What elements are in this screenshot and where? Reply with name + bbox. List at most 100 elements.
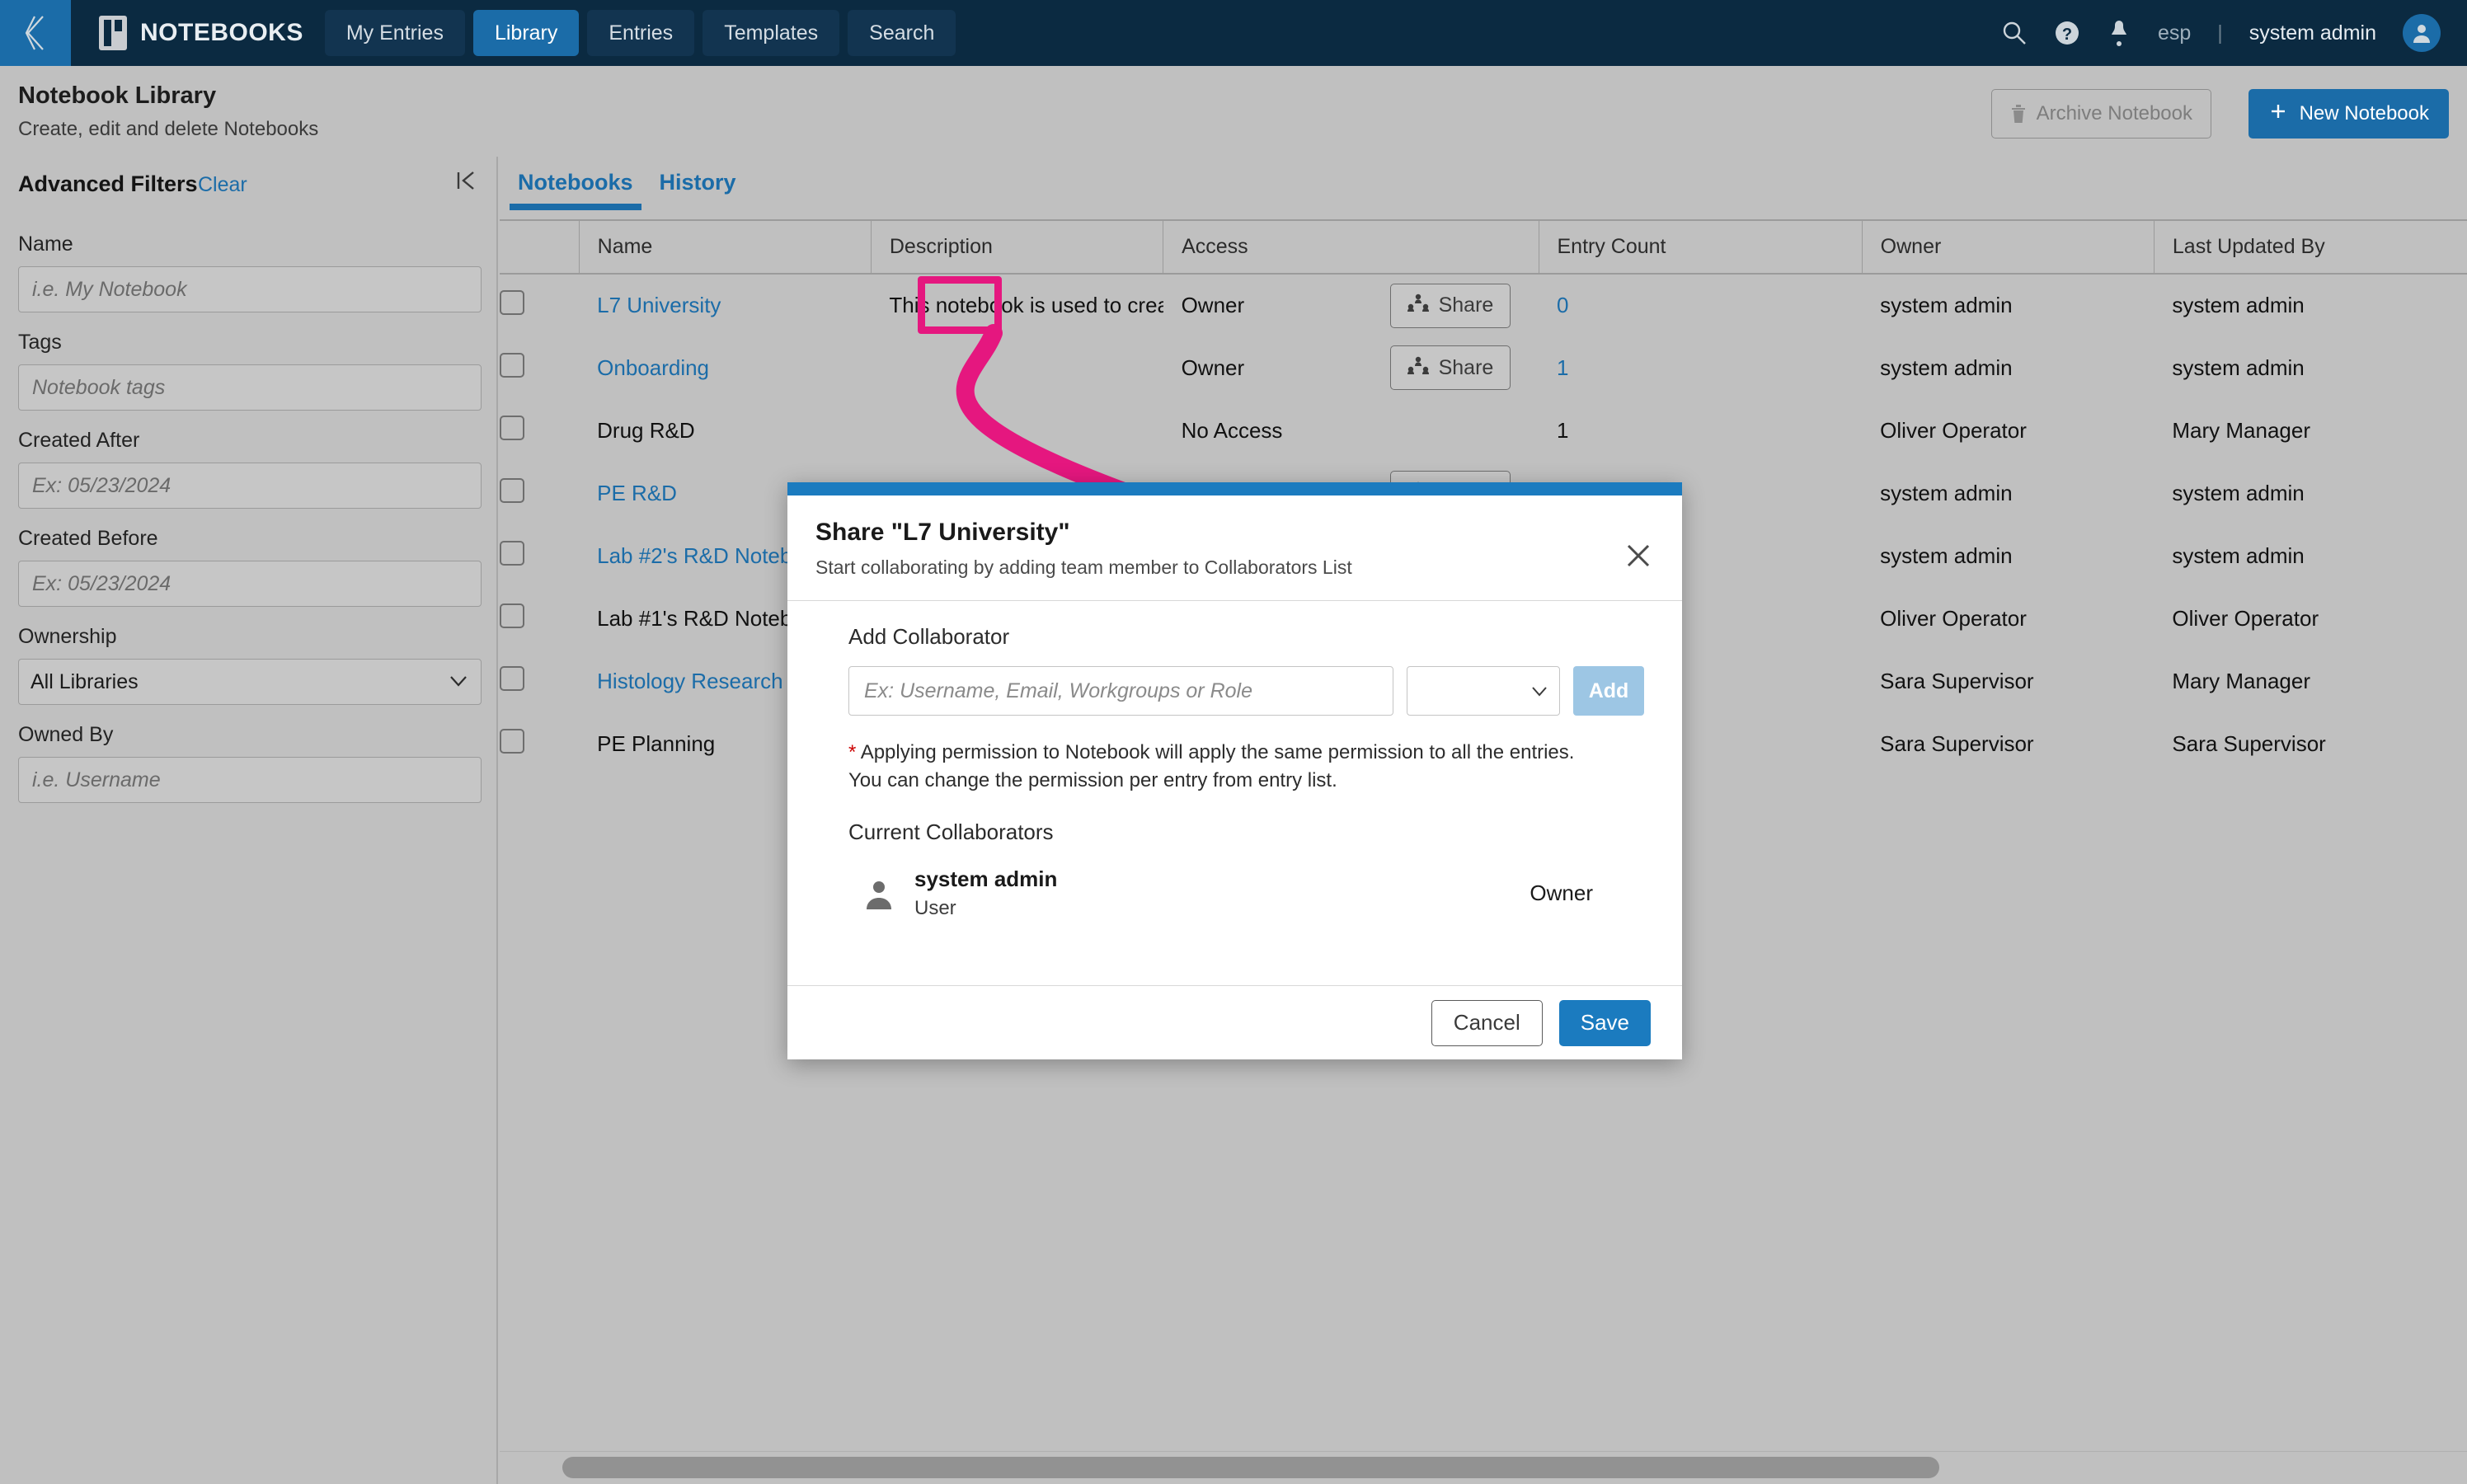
- tags-filter-input[interactable]: [18, 364, 482, 411]
- column-header-last-updated-by[interactable]: Last Updated By: [2153, 221, 2467, 275]
- permission-select-wrapper: [1407, 666, 1560, 716]
- column-header-owner[interactable]: Owner: [1861, 221, 2155, 275]
- share-button-label: Share: [1438, 355, 1494, 379]
- filter-field-name: Name: [0, 232, 496, 312]
- collaborator-row: system admin User Owner: [848, 866, 1644, 920]
- notebook-name[interactable]: PE R&D: [597, 481, 677, 505]
- share-button[interactable]: Share: [1389, 345, 1511, 390]
- save-button[interactable]: Save: [1558, 999, 1651, 1046]
- tab-history[interactable]: History: [651, 157, 745, 195]
- row-checkbox-cell: [500, 336, 579, 399]
- row-checkbox[interactable]: [500, 540, 524, 566]
- language-indicator[interactable]: esp: [2158, 21, 2191, 45]
- filter-field-created-after: Created After: [0, 429, 496, 509]
- row-checkbox[interactable]: [500, 352, 524, 378]
- cell-access: Owner: [1181, 355, 1245, 380]
- row-checkbox[interactable]: [500, 415, 524, 440]
- cell-name: Drug R&D: [579, 399, 871, 462]
- share-people-icon: [1407, 294, 1429, 317]
- nav-tab-library[interactable]: Library: [472, 10, 580, 56]
- primary-nav-tabs: My Entries Library Entries Templates Sea…: [324, 10, 956, 56]
- row-checkbox[interactable]: [500, 728, 524, 754]
- row-checkbox-cell: [500, 399, 579, 462]
- cell-entry-count[interactable]: 1: [1539, 336, 1862, 399]
- brand-title: NOTEBOOKS: [140, 19, 303, 46]
- notebook-icon: [99, 16, 127, 50]
- notebook-name[interactable]: L7 University: [597, 293, 721, 317]
- row-checkbox-cell: [500, 462, 579, 524]
- filter-field-created-before: Created Before: [0, 527, 496, 607]
- row-checkbox[interactable]: [500, 290, 524, 315]
- horizontal-scrollbar-thumb[interactable]: [562, 1457, 1939, 1478]
- user-name-label: system admin: [2248, 21, 2376, 45]
- nav-tab-search[interactable]: Search: [848, 10, 956, 56]
- share-button[interactable]: Share: [1389, 283, 1511, 328]
- page-subtitle: Create, edit and delete Notebooks: [18, 118, 319, 140]
- entry-count-value[interactable]: 0: [1557, 293, 1568, 317]
- close-icon[interactable]: [1624, 542, 1652, 574]
- filter-label-ownership: Ownership: [18, 625, 117, 648]
- back-button[interactable]: [0, 0, 71, 66]
- new-notebook-button[interactable]: New Notebook: [2248, 89, 2449, 139]
- notebook-name: PE Planning: [597, 730, 716, 756]
- advanced-filters-sidebar: Advanced Filters Clear Name Tags Created…: [0, 157, 498, 1484]
- created-after-input[interactable]: [18, 463, 482, 509]
- tabs-underline: [500, 219, 2467, 221]
- column-header-description[interactable]: Description: [870, 221, 1163, 275]
- name-filter-input[interactable]: [18, 266, 482, 312]
- cell-owner: Oliver Operator: [1880, 417, 2027, 443]
- archive-notebook-button[interactable]: Archive Notebook: [1990, 89, 2211, 139]
- user-icon: [862, 876, 896, 911]
- nav-tab-templates[interactable]: Templates: [703, 10, 840, 56]
- cell-name[interactable]: L7 University: [579, 274, 871, 336]
- cell-entry-count[interactable]: 0: [1539, 274, 1862, 336]
- permission-select[interactable]: [1407, 666, 1560, 716]
- filter-label-name: Name: [18, 232, 73, 256]
- cell-last-updated-by: system admin: [2172, 355, 2305, 380]
- clear-filters-link[interactable]: Clear: [198, 173, 247, 197]
- column-header-name[interactable]: Name: [578, 221, 872, 275]
- cell-share: Share: [1372, 274, 1539, 336]
- tab-notebooks[interactable]: Notebooks: [510, 157, 641, 210]
- cell-last-updated-by: system admin: [2172, 542, 2305, 568]
- column-header-access[interactable]: Access: [1163, 221, 1372, 275]
- created-before-input[interactable]: [18, 561, 482, 607]
- new-notebook-label: New Notebook: [2299, 102, 2429, 124]
- top-navigation-bar: NOTEBOOKS My Entries Library Entries Tem…: [0, 0, 2467, 66]
- user-avatar-icon[interactable]: [2403, 14, 2441, 52]
- cell-description: This notebook is used to crea: [889, 293, 1163, 317]
- help-circle-icon[interactable]: ?: [2054, 20, 2080, 46]
- owned-by-input[interactable]: [18, 757, 482, 803]
- app-root: NOTEBOOKS My Entries Library Entries Tem…: [0, 0, 2467, 1484]
- notebook-name[interactable]: Histology Research: [597, 669, 782, 693]
- cell-name[interactable]: Onboarding: [579, 336, 871, 399]
- search-icon[interactable]: [2001, 20, 2028, 46]
- nav-tab-entries[interactable]: Entries: [587, 10, 695, 56]
- cell-owner: Sara Supervisor: [1880, 730, 2034, 756]
- modal-accent-bar: [787, 482, 1682, 495]
- cell-access: Owner: [1181, 293, 1245, 317]
- share-modal: Share "L7 University" Start collaboratin…: [787, 482, 1682, 1059]
- row-checkbox[interactable]: [500, 603, 524, 628]
- add-collaborator-button[interactable]: Add: [1573, 666, 1644, 716]
- ownership-select[interactable]: All Libraries: [18, 659, 482, 705]
- horizontal-scrollbar-track[interactable]: [500, 1451, 2467, 1484]
- row-checkbox[interactable]: [500, 665, 524, 691]
- cell-entry-count: 1: [1539, 399, 1862, 462]
- nav-tab-my-entries[interactable]: My Entries: [324, 10, 465, 56]
- row-checkbox[interactable]: [500, 477, 524, 503]
- filter-field-ownership: Ownership All Libraries: [0, 625, 496, 705]
- collapse-panel-icon[interactable]: [453, 168, 478, 197]
- notebook-name[interactable]: Onboarding: [597, 355, 709, 380]
- entry-count-value[interactable]: 1: [1557, 355, 1568, 380]
- cancel-button[interactable]: Cancel: [1431, 999, 1543, 1046]
- filter-field-tags: Tags: [0, 331, 496, 411]
- ownership-select-wrapper: All Libraries: [18, 659, 482, 705]
- notification-bell-icon[interactable]: [2107, 19, 2131, 47]
- column-header-entry-count[interactable]: Entry Count: [1538, 221, 1863, 275]
- collaborator-search-input[interactable]: [848, 666, 1393, 716]
- chevron-left-double-icon: [21, 13, 49, 53]
- notebook-name[interactable]: Lab #2's R&D Noteb: [597, 543, 792, 568]
- cell-owner: Sara Supervisor: [1880, 668, 2034, 693]
- cell-access: No Access: [1181, 417, 1283, 443]
